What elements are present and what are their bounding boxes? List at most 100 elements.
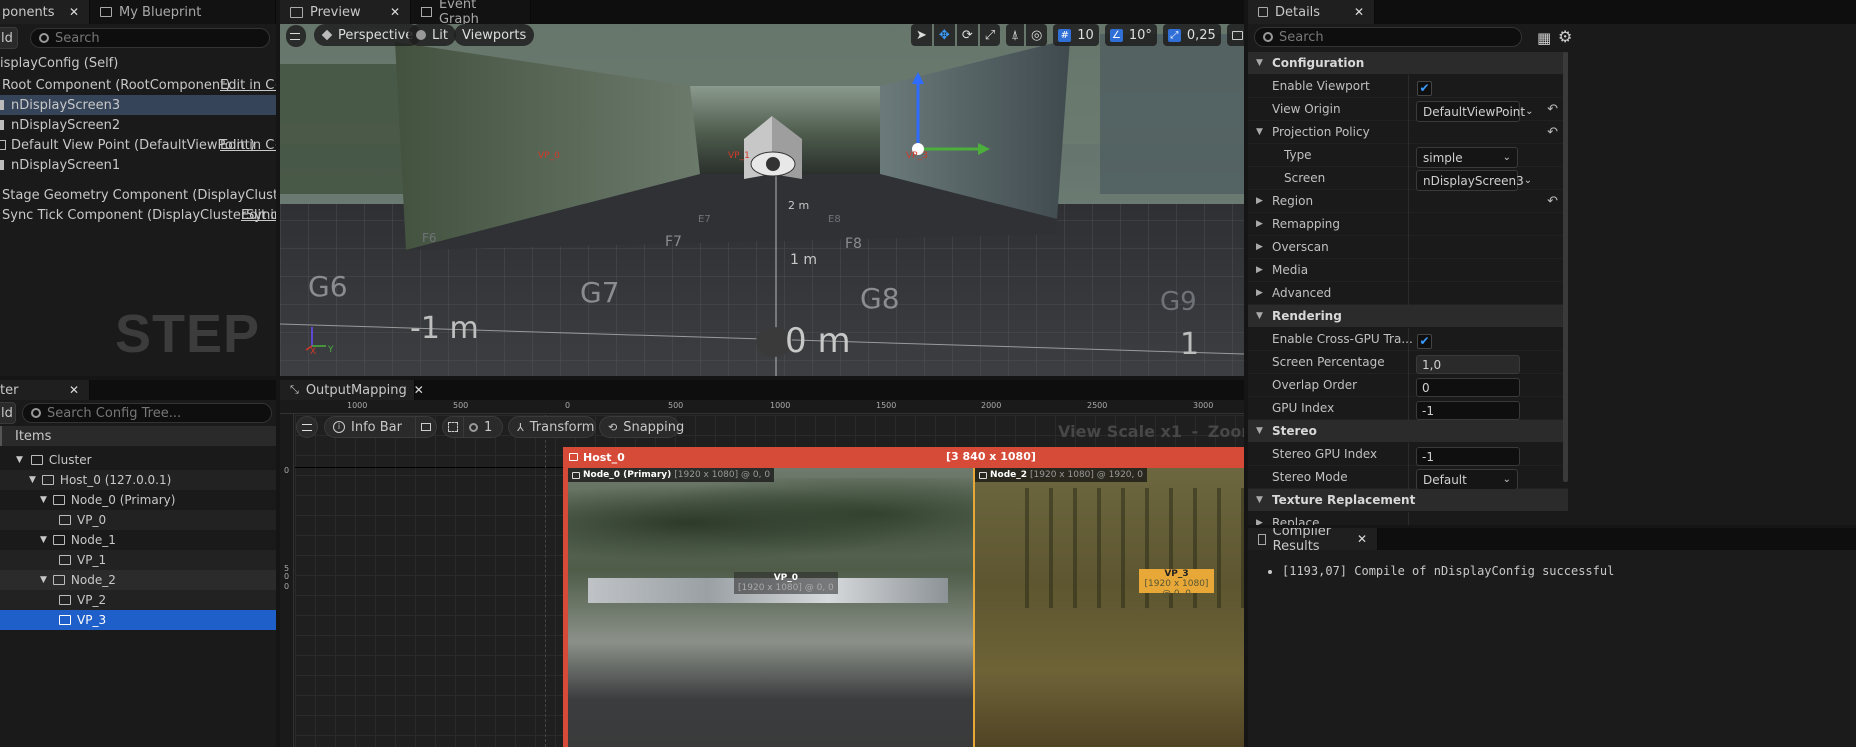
output-canvas[interactable]: Host_0 [3 840 x 1080] Node_0 (Primary) [… (295, 415, 1244, 747)
tree-item-vp1[interactable]: VP_1 (0, 550, 276, 570)
cluster-search-input[interactable]: Search Config Tree... (22, 403, 272, 423)
tab-output-mapping[interactable]: ⤡ OutputMapping ✕ (280, 380, 424, 400)
edit-in-link[interactable]: Edit in (241, 208, 276, 223)
tree-item-node0[interactable]: ▼ Node_0 (Primary) (0, 490, 276, 510)
tab-preview[interactable]: Preview ✕ (280, 0, 411, 24)
zoom-button[interactable]: 1 (463, 416, 503, 438)
scale-mode-button[interactable]: ⤢ (979, 24, 1001, 46)
rotate-mode-button[interactable]: ⟳ (956, 24, 978, 46)
expand-triangle-icon[interactable]: ▶ (1256, 219, 1263, 229)
collapse-triangle-icon: ▼ (40, 535, 47, 545)
property-number-input[interactable]: -1 (1416, 447, 1520, 466)
grid-snap-button[interactable]: # 10 (1053, 24, 1099, 46)
add-button[interactable]: ld (0, 402, 16, 424)
tree-item-vp3[interactable]: VP_3 (0, 610, 276, 630)
tab-cluster[interactable]: ter ✕ (0, 380, 90, 400)
component-item-screen1[interactable]: nDisplayScreen1 (0, 155, 276, 175)
property-combo[interactable]: simple ⌄ (1416, 147, 1518, 168)
tree-item-node1[interactable]: ▼ Node_1 (0, 530, 276, 550)
close-icon[interactable]: ✕ (390, 5, 400, 19)
close-icon[interactable]: ✕ (414, 383, 424, 397)
info-bar-button[interactable]: i Info Bar (324, 416, 416, 438)
tab-components[interactable]: ponents ✕ (0, 0, 90, 24)
component-item-sync-tick[interactable]: Sync Tick Component (DisplayClusterSyncT… (0, 205, 276, 225)
edit-in-cpp-link[interactable]: Edit in C++ (220, 78, 276, 93)
camera-speed-button[interactable]: 1 (1226, 24, 1244, 46)
world-local-button[interactable]: ◎ (1025, 24, 1048, 46)
details-property: Enable Cross-GPU Tra... ✔ (1248, 328, 1568, 355)
expand-triangle-icon[interactable]: ▶ (1256, 518, 1263, 525)
details-section[interactable]: ▼ Rendering (1248, 305, 1568, 328)
component-item-screen3[interactable]: nDisplayScreen3 (0, 95, 276, 115)
component-item-viewpoint[interactable]: Default View Point (DefaultViewPoint) Ed… (0, 135, 276, 155)
expand-triangle-icon[interactable]: ▶ (1256, 265, 1263, 275)
close-icon[interactable]: ✕ (1357, 532, 1367, 546)
cluster-tabbar: ter ✕ (0, 380, 276, 400)
component-item-self[interactable]: isplayConfig (Self) (0, 52, 276, 74)
property-combo[interactable]: DefaultViewPoint ⌄ (1416, 101, 1534, 122)
collapse-triangle-icon[interactable]: ▼ (1256, 127, 1263, 137)
canvas-axis-v (545, 415, 546, 747)
viewport-menu-button[interactable] (286, 25, 306, 47)
tab-details[interactable]: Details ✕ (1248, 0, 1375, 24)
tree-item-vp2[interactable]: VP_2 (0, 590, 276, 610)
fit-button[interactable] (442, 416, 464, 438)
close-icon[interactable]: ✕ (69, 383, 79, 397)
property-number-input[interactable]: 1,0 (1416, 355, 1520, 374)
expand-triangle-icon[interactable]: ▶ (1256, 196, 1263, 206)
viewports-button[interactable]: Viewports (454, 24, 535, 46)
node2-frame[interactable]: Node_2 [1920 x 1080] @ 1920, 0 VP_3 [192… (973, 468, 1244, 747)
tree-item-node2[interactable]: ▼ Node_2 (0, 570, 276, 590)
preview-viewport[interactable]: VP_0 VP_1 VP_3 G6 G7 G8 G9 F6 F7 F8 E7 E… (280, 24, 1244, 376)
tab-my-blueprint[interactable]: My Blueprint (90, 0, 276, 24)
layout-button[interactable] (415, 416, 437, 438)
edit-in-cpp-link[interactable]: Edit in C++ (220, 138, 276, 153)
tab-event-graph[interactable]: Event Graph (411, 0, 531, 27)
translate-mode-button[interactable]: ✥ (933, 24, 955, 46)
perspective-button[interactable]: Perspective (314, 24, 422, 46)
expand-triangle-icon[interactable]: ▶ (1256, 288, 1263, 298)
details-section[interactable]: ▼ Texture Replacement (1248, 489, 1568, 512)
reset-arrow-icon[interactable]: ↶ (1547, 125, 1558, 140)
add-button[interactable]: ld (0, 27, 18, 49)
table-view-icon[interactable]: ▦ (1537, 29, 1551, 47)
property-checkbox[interactable]: ✔ (1417, 81, 1432, 96)
close-icon[interactable]: ✕ (69, 5, 79, 19)
settings-icon[interactable]: ⚙ (1558, 27, 1572, 46)
reset-arrow-icon[interactable]: ↶ (1547, 194, 1558, 209)
node0-frame[interactable]: Node_0 (Primary) [1920 x 1080] @ 0, 0 VP… (568, 468, 973, 747)
component-item-stage-geometry[interactable]: Stage Geometry Component (DisplayCluster… (0, 185, 276, 205)
component-item-root[interactable]: Root Component (RootComponent) Edit in C… (0, 75, 276, 95)
output-menu-button[interactable] (296, 416, 318, 438)
vp3-label[interactable]: VP_3 [1920 x 1080] @ 0, 0 (1139, 569, 1214, 599)
search-icon (31, 408, 41, 418)
property-label: Projection Policy (1272, 125, 1370, 139)
tree-item-vp0[interactable]: VP_0 (0, 510, 276, 530)
property-combo[interactable]: Default ⌄ (1416, 469, 1518, 490)
tab-compiler-results[interactable]: Compiler Results ✕ (1248, 528, 1378, 554)
reset-arrow-icon[interactable]: ↶ (1547, 102, 1558, 117)
transform-button[interactable]: ⅄ Transform (508, 416, 596, 438)
property-number-input[interactable]: -1 (1416, 401, 1520, 420)
property-label: Replace (1272, 516, 1320, 525)
snapping-button[interactable]: ⟲ Snapping (599, 416, 684, 438)
select-mode-button[interactable]: ➤ (911, 24, 932, 46)
property-combo[interactable]: nDisplayScreen3 ⌄ (1416, 170, 1532, 191)
angle-snap-button[interactable]: ∠ 10° (1104, 24, 1157, 46)
details-section[interactable]: ▼ Configuration (1248, 52, 1568, 75)
tree-item-host0[interactable]: ▼ Host_0 (127.0.0.1) (0, 470, 276, 490)
close-icon[interactable]: ✕ (1354, 5, 1364, 19)
lit-button[interactable]: Lit (408, 24, 456, 46)
details-scrollbar[interactable] (1563, 52, 1568, 482)
details-search-input[interactable]: Search (1254, 27, 1522, 47)
component-item-screen2[interactable]: nDisplayScreen2 (0, 115, 276, 135)
details-section[interactable]: ▼ Stereo (1248, 420, 1568, 443)
components-search-input[interactable]: Search (30, 28, 270, 48)
host-frame[interactable]: Host_0 [3 840 x 1080] Node_0 (Primary) [… (563, 447, 1244, 747)
surface-snap-button[interactable]: ⍋ (1006, 24, 1024, 46)
expand-triangle-icon[interactable]: ▶ (1256, 242, 1263, 252)
scale-snap-button[interactable]: ⤢ 0,25 (1162, 24, 1221, 46)
tree-item-cluster[interactable]: ▼ Cluster (0, 450, 276, 470)
property-number-input[interactable]: 0 (1416, 378, 1520, 397)
property-checkbox[interactable]: ✔ (1417, 334, 1432, 349)
